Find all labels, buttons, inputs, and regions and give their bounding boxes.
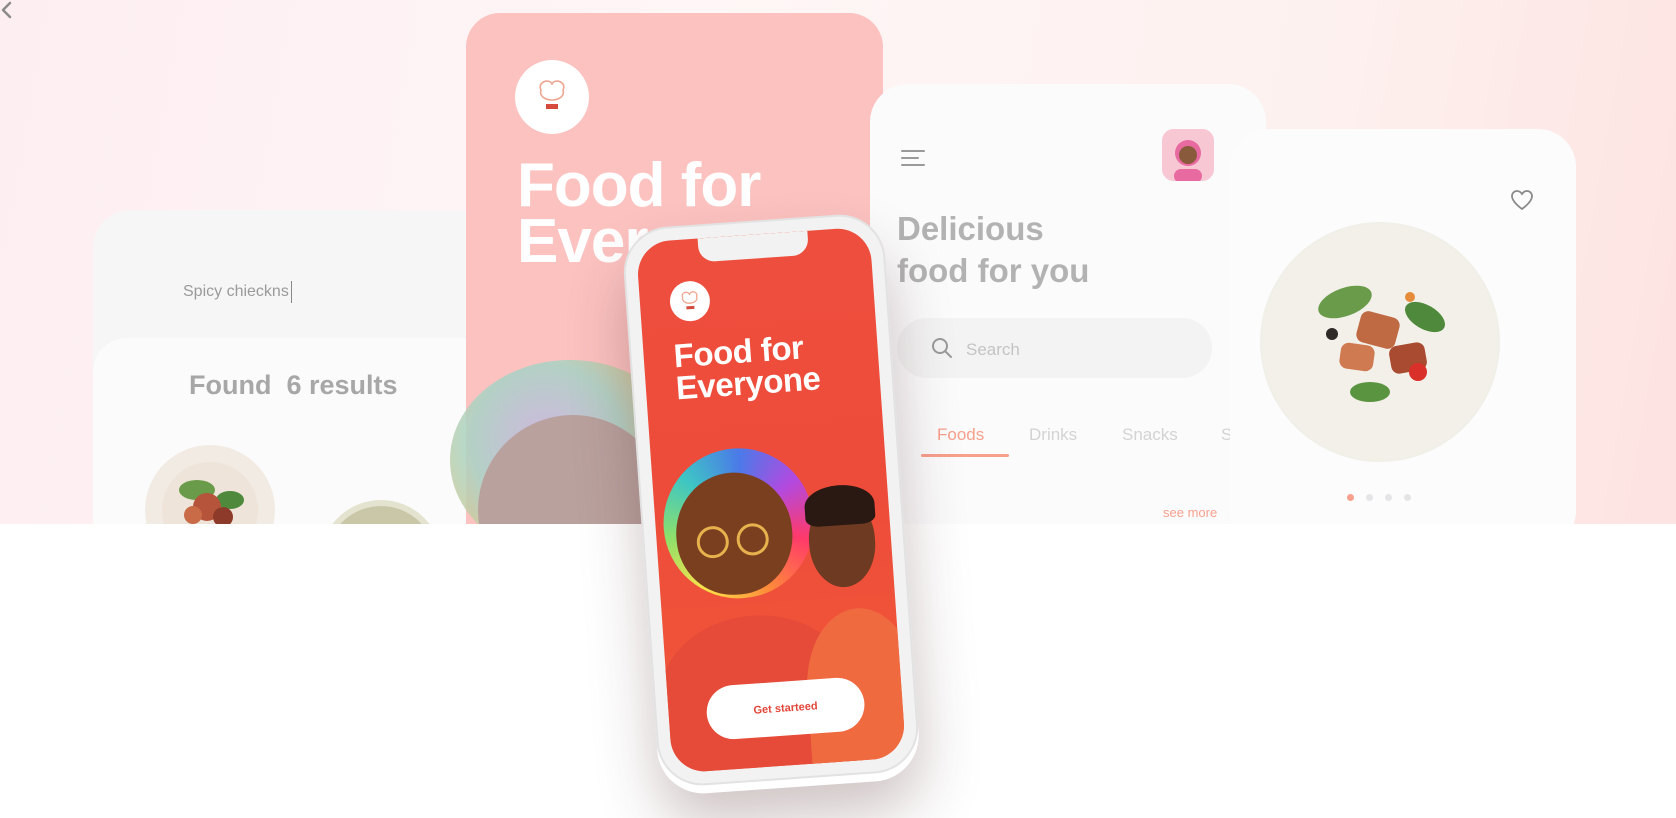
food-plate-illustration bbox=[1262, 224, 1498, 460]
heart-icon[interactable] bbox=[1510, 189, 1534, 211]
text-caret bbox=[290, 281, 292, 303]
tab-snacks[interactable]: Snacks bbox=[1122, 425, 1178, 445]
found-label: Found bbox=[189, 370, 272, 400]
phone-title: Food for Everyone bbox=[672, 328, 822, 407]
search-query-text: Spicy chieckns bbox=[183, 283, 289, 301]
active-tab-indicator bbox=[921, 454, 1009, 457]
chef-logo-icon bbox=[668, 279, 712, 323]
home-title: Delicious food for you bbox=[897, 208, 1089, 292]
results-count: 6 results bbox=[286, 370, 398, 400]
carousel-dot[interactable] bbox=[1404, 494, 1411, 501]
search-placeholder: Search bbox=[966, 340, 1020, 359]
home-title-line2: food for you bbox=[897, 252, 1090, 289]
results-heading: Found 6 results bbox=[189, 370, 398, 401]
see-more-link[interactable]: see more bbox=[1163, 505, 1217, 520]
search-icon bbox=[932, 338, 952, 358]
tab-drinks[interactable]: Drinks bbox=[1029, 425, 1077, 445]
avatar-illustration bbox=[1162, 129, 1214, 181]
carousel-dot[interactable] bbox=[1385, 494, 1392, 501]
food-plate-image bbox=[1260, 222, 1500, 462]
splash-title-line1: Food for bbox=[517, 151, 761, 220]
chef-logo-icon bbox=[515, 60, 589, 134]
phone-mockup: Food for Everyone Get starteed bbox=[620, 211, 922, 789]
search-query-input[interactable]: Spicy chieckns bbox=[183, 281, 292, 303]
menu-icon[interactable] bbox=[900, 148, 926, 168]
get-started-button[interactable]: Get starteed bbox=[704, 676, 867, 741]
tab-foods[interactable]: Foods bbox=[937, 425, 984, 445]
avatar[interactable] bbox=[1162, 129, 1214, 181]
phone-title-line2: Everyone bbox=[674, 359, 822, 407]
character-hair-illustration bbox=[803, 482, 876, 528]
carousel-dot-active[interactable] bbox=[1347, 494, 1354, 501]
home-title-line1: Delicious bbox=[897, 210, 1044, 247]
carousel-dot[interactable] bbox=[1366, 494, 1373, 501]
back-arrow-icon[interactable] bbox=[0, 0, 14, 20]
phone-screen: Food for Everyone Get starteed bbox=[635, 226, 907, 774]
